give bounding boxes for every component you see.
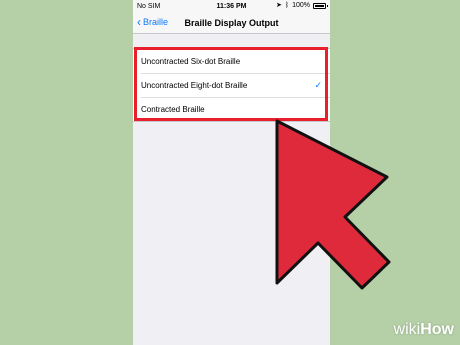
option-label: Contracted Braille — [141, 104, 205, 114]
option-label: Uncontracted Six-dot Braille — [141, 56, 241, 66]
option-eight-dot[interactable]: Uncontracted Eight-dot Braille ✓ — [133, 73, 330, 97]
status-bar: No SIM 11:36 PM ➤ ᛒ 100% — [133, 0, 330, 14]
phone-screen: No SIM 11:36 PM ➤ ᛒ 100% ‹ Braille Brail… — [133, 0, 330, 345]
option-six-dot[interactable]: Uncontracted Six-dot Braille — [133, 49, 330, 73]
battery-icon — [313, 2, 328, 9]
checkmark-icon: ✓ — [314, 80, 322, 90]
wikihow-watermark: wikiHow — [393, 321, 454, 338]
bluetooth-icon: ᛒ — [284, 2, 290, 9]
battery-percent: 100% — [292, 2, 310, 9]
option-contracted[interactable]: Contracted Braille — [133, 97, 330, 121]
location-icon: ➤ — [276, 2, 282, 9]
braille-output-options: Uncontracted Six-dot Braille Uncontracte… — [133, 48, 330, 122]
option-label: Uncontracted Eight-dot Braille — [141, 80, 248, 90]
status-indicators: ➤ ᛒ 100% — [276, 2, 328, 9]
navigation-bar: ‹ Braille Braille Display Output — [133, 14, 330, 34]
page-title: Braille Display Output — [184, 18, 279, 28]
